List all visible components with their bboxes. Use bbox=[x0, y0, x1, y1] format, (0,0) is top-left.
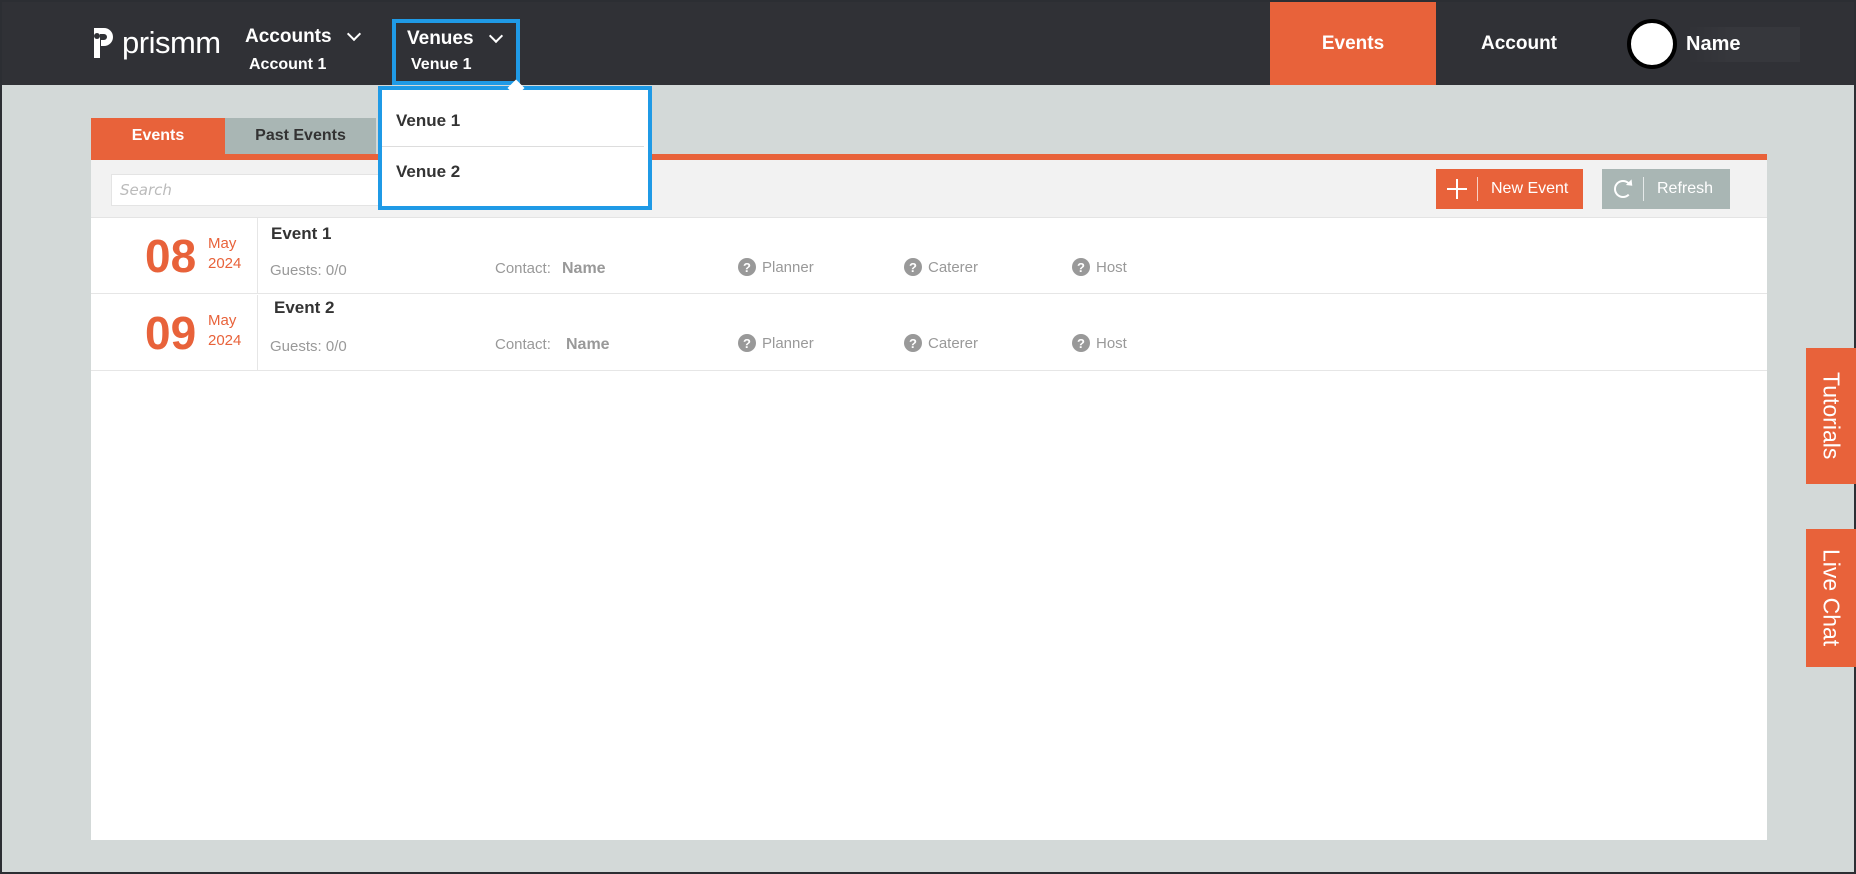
tutorials-label: Tutorials bbox=[1818, 372, 1845, 460]
refresh-icon-wrap bbox=[1602, 177, 1644, 201]
chevron-down-icon bbox=[346, 26, 361, 42]
event-month: May bbox=[208, 312, 237, 329]
role-label: Planner bbox=[762, 334, 814, 352]
planner-role[interactable]: ? Planner bbox=[738, 334, 814, 352]
venue-option-1[interactable]: Venue 1 bbox=[382, 96, 644, 146]
new-event-button[interactable]: New Event bbox=[1436, 169, 1583, 209]
role-label: Host bbox=[1096, 258, 1127, 276]
live-chat-tab[interactable]: Live Chat bbox=[1806, 529, 1856, 667]
venue-dropdown-menu: Venue 1 Venue 2 bbox=[378, 86, 652, 210]
venue-option-2[interactable]: Venue 2 bbox=[382, 146, 644, 196]
refresh-icon bbox=[1613, 180, 1632, 198]
event-name[interactable]: Event 1 bbox=[271, 224, 331, 244]
question-icon: ? bbox=[1072, 334, 1090, 352]
events-panel: vents New Event Refresh 08 May 2024 Even… bbox=[91, 160, 1767, 840]
events-toolbar: vents New Event Refresh bbox=[91, 160, 1767, 218]
venues-selector[interactable]: Venues Venue 1 bbox=[392, 19, 520, 85]
event-year: 2024 bbox=[208, 332, 242, 349]
question-icon: ? bbox=[904, 334, 922, 352]
contact-name[interactable]: Name bbox=[562, 260, 606, 278]
prismm-logo-icon bbox=[94, 28, 113, 58]
live-chat-label: Live Chat bbox=[1818, 549, 1845, 647]
top-header: prismm Accounts Account 1 Venues Venue 1… bbox=[2, 2, 1854, 85]
role-label: Host bbox=[1096, 334, 1127, 352]
event-day: 08 bbox=[145, 230, 197, 282]
avatar[interactable] bbox=[1627, 19, 1677, 69]
refresh-label: Refresh bbox=[1657, 180, 1714, 197]
plus-icon-wrap bbox=[1436, 177, 1478, 201]
venues-label: Venues bbox=[407, 28, 474, 49]
contact-label: Contact: bbox=[495, 336, 551, 353]
row-divider bbox=[257, 295, 258, 371]
plus-icon bbox=[1446, 179, 1467, 199]
user-name: Name bbox=[1686, 26, 1801, 62]
host-role[interactable]: ? Host bbox=[1072, 258, 1127, 276]
caterer-role[interactable]: ? Caterer bbox=[904, 258, 978, 276]
prismm-logo[interactable]: prismm bbox=[92, 26, 221, 60]
row-divider bbox=[257, 218, 258, 294]
accounts-selector[interactable]: Accounts Account 1 bbox=[245, 26, 361, 74]
table-row[interactable]: 08 May 2024 Event 1 Guests: 0/0 Contact:… bbox=[91, 218, 1767, 294]
event-guests: Guests: 0/0 bbox=[270, 262, 347, 279]
tab-events[interactable]: Events bbox=[91, 118, 225, 154]
role-label: Caterer bbox=[928, 258, 979, 276]
logo-text: prismm bbox=[122, 25, 221, 60]
selected-venue: Venue 1 bbox=[411, 56, 472, 73]
event-name[interactable]: Event 2 bbox=[274, 298, 334, 318]
question-icon: ? bbox=[738, 258, 756, 276]
question-icon: ? bbox=[904, 258, 922, 276]
contact-label: Contact: bbox=[495, 260, 551, 277]
header-tab-events[interactable]: Events bbox=[1270, 2, 1436, 85]
header-tab-account[interactable]: Account bbox=[1436, 2, 1602, 85]
tutorials-tab[interactable]: Tutorials bbox=[1806, 348, 1856, 484]
question-icon: ? bbox=[738, 334, 756, 352]
table-row[interactable]: 09 May 2024 Event 2 Guests: 0/0 Contact:… bbox=[91, 295, 1767, 371]
role-label: Planner bbox=[762, 258, 814, 276]
chevron-down-icon bbox=[488, 28, 503, 44]
question-icon: ? bbox=[1072, 258, 1090, 276]
event-day: 09 bbox=[145, 307, 197, 359]
new-event-label: New Event bbox=[1491, 180, 1569, 197]
selected-account: Account 1 bbox=[249, 56, 327, 73]
event-year: 2024 bbox=[208, 255, 242, 272]
tab-past-events[interactable]: Past Events bbox=[225, 118, 376, 154]
event-guests: Guests: 0/0 bbox=[270, 338, 347, 355]
role-label: Caterer bbox=[928, 334, 979, 352]
event-month: May bbox=[208, 235, 237, 252]
accounts-label: Accounts bbox=[245, 26, 332, 47]
contact-name[interactable]: Name bbox=[566, 336, 610, 354]
caterer-role[interactable]: ? Caterer bbox=[904, 334, 978, 352]
planner-role[interactable]: ? Planner bbox=[738, 258, 814, 276]
host-role[interactable]: ? Host bbox=[1072, 334, 1127, 352]
refresh-button[interactable]: Refresh bbox=[1602, 169, 1730, 209]
user-menu[interactable]: Name bbox=[1627, 19, 1817, 69]
